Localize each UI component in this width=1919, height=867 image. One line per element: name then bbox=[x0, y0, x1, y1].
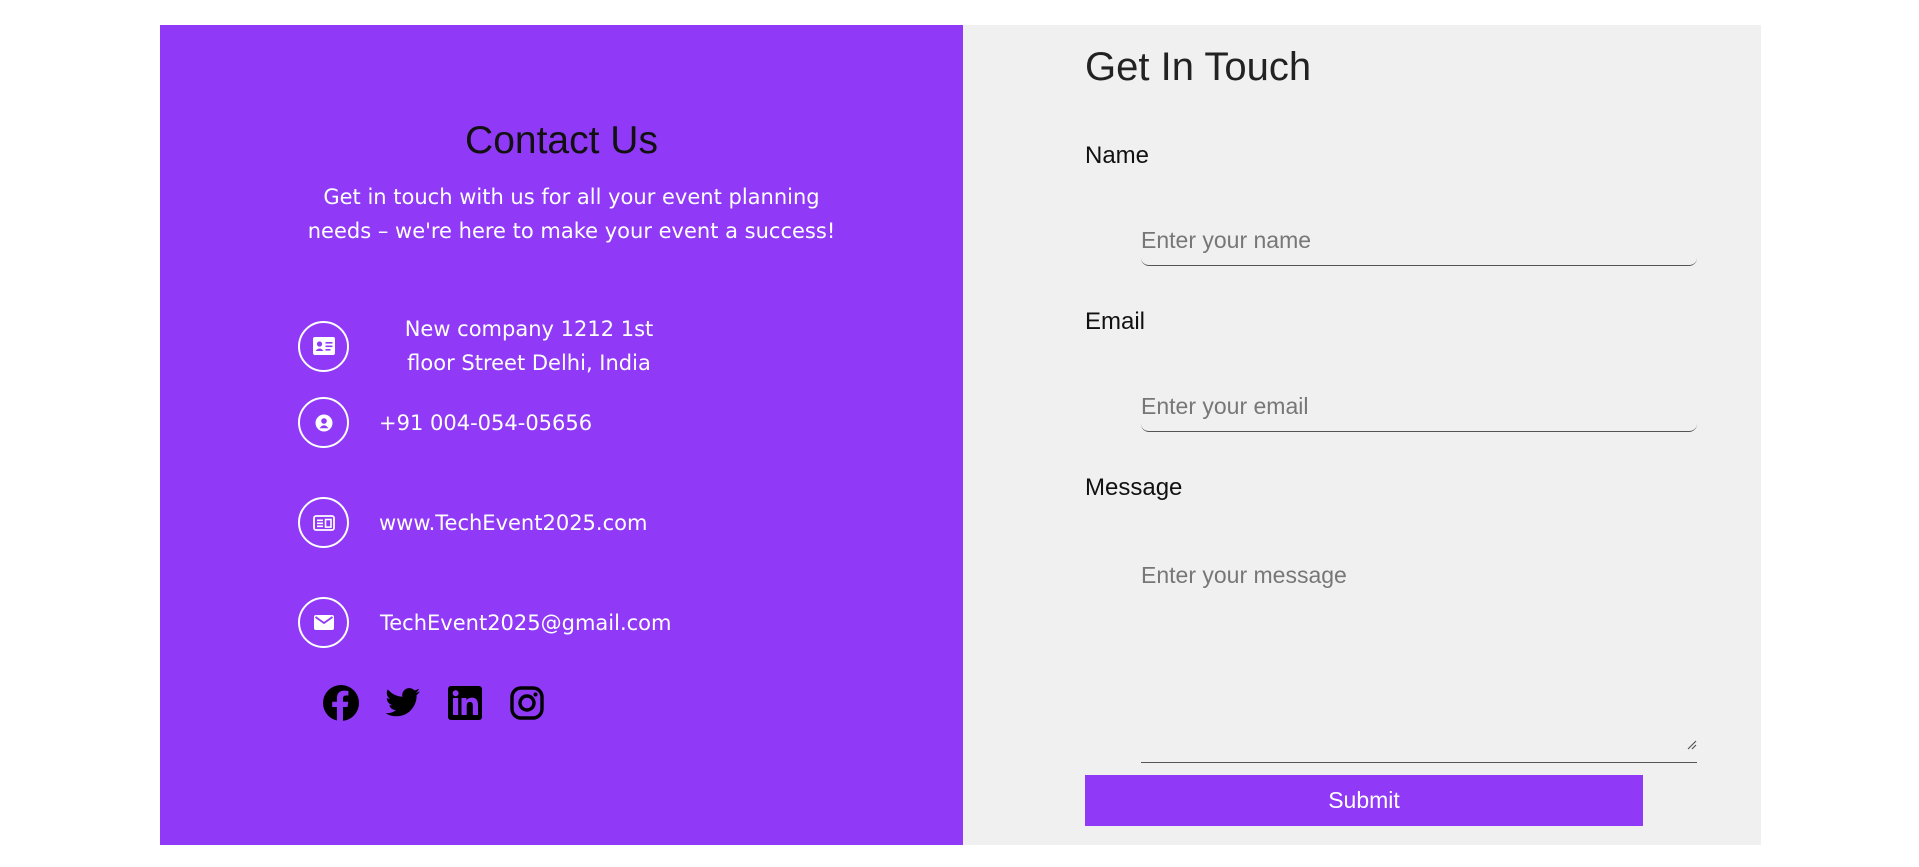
name-input[interactable] bbox=[1141, 215, 1697, 266]
email-row: TechEvent2025@gmail.com bbox=[298, 597, 672, 648]
contact-page: Contact Us Get in touch with us for all … bbox=[160, 25, 1761, 845]
phone-row: +91 004-054-05656 bbox=[298, 397, 592, 448]
contact-title: Contact Us bbox=[465, 119, 658, 162]
social-links bbox=[323, 685, 545, 721]
resize-handle-icon[interactable] bbox=[1685, 738, 1697, 750]
instagram-icon[interactable] bbox=[509, 685, 545, 721]
user-icon bbox=[298, 397, 349, 448]
name-label: Name bbox=[1085, 142, 1150, 169]
email-label: Email bbox=[1085, 308, 1146, 335]
form-title: Get In Touch bbox=[1085, 45, 1312, 89]
website-row: www.TechEvent2025.com bbox=[298, 497, 647, 548]
email-link[interactable]: TechEvent2025@gmail.com bbox=[380, 606, 672, 640]
submit-button[interactable]: Submit bbox=[1085, 775, 1643, 826]
facebook-icon[interactable] bbox=[323, 685, 359, 721]
website-link[interactable]: www.TechEvent2025.com bbox=[379, 506, 647, 540]
contact-form-panel: Get In Touch Name Email Message Submit bbox=[963, 25, 1761, 845]
twitter-icon[interactable] bbox=[385, 685, 421, 721]
email-input[interactable] bbox=[1141, 381, 1697, 432]
id-card-icon bbox=[298, 320, 349, 372]
envelope-icon bbox=[298, 597, 349, 648]
contact-subtitle: Get in touch with us for all your event … bbox=[307, 185, 836, 243]
message-textarea[interactable] bbox=[1141, 550, 1697, 763]
message-label: Message bbox=[1085, 474, 1183, 501]
address-text: New company 1212 1st floor Street Delhi,… bbox=[404, 317, 654, 375]
phone-text: +91 004-054-05656 bbox=[379, 410, 593, 435]
web-card-icon bbox=[298, 497, 349, 548]
address-row: New company 1212 1st floor Street Delhi,… bbox=[298, 312, 679, 380]
contact-info-panel: Contact Us Get in touch with us for all … bbox=[160, 25, 963, 845]
linkedin-icon[interactable] bbox=[447, 685, 483, 721]
